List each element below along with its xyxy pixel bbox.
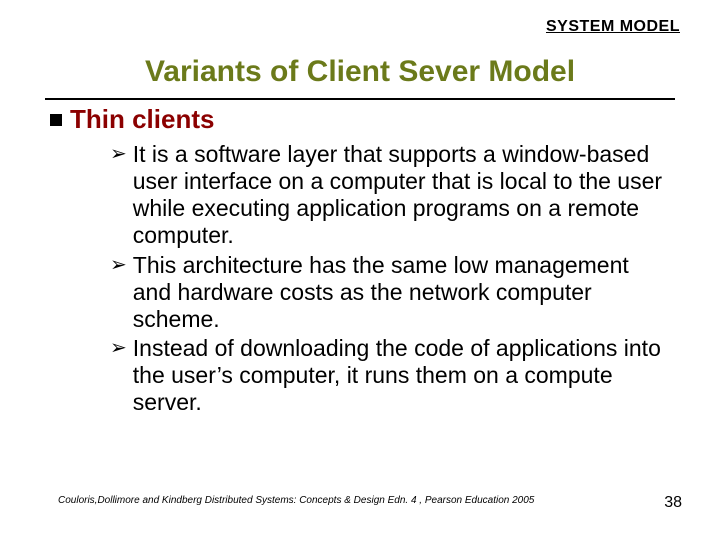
arrow-icon: ➢ xyxy=(110,252,127,278)
slide-title: Variants of Client Sever Model xyxy=(0,55,720,89)
square-bullet-icon xyxy=(50,114,62,126)
list-item: ➢ This architecture has the same low man… xyxy=(110,252,670,333)
header-label: SYSTEM MODEL xyxy=(546,18,680,36)
section-heading: Thin clients xyxy=(50,104,680,135)
slide: SYSTEM MODEL Variants of Client Sever Mo… xyxy=(0,0,720,540)
arrow-icon: ➢ xyxy=(110,335,127,361)
bullet-list: ➢ It is a software layer that supports a… xyxy=(110,141,670,416)
section: Thin clients ➢ It is a software layer th… xyxy=(50,104,680,418)
list-item: ➢ Instead of downloading the code of app… xyxy=(110,335,670,416)
bullet-text: This architecture has the same low manag… xyxy=(133,252,670,333)
title-rule xyxy=(45,98,675,100)
list-item: ➢ It is a software layer that supports a… xyxy=(110,141,670,250)
footer-citation: Couloris,Dollimore and Kindberg Distribu… xyxy=(58,495,534,506)
arrow-icon: ➢ xyxy=(110,141,127,167)
section-heading-text: Thin clients xyxy=(70,104,214,135)
page-number: 38 xyxy=(664,494,682,512)
bullet-text: It is a software layer that supports a w… xyxy=(133,141,670,250)
bullet-text: Instead of downloading the code of appli… xyxy=(133,335,670,416)
